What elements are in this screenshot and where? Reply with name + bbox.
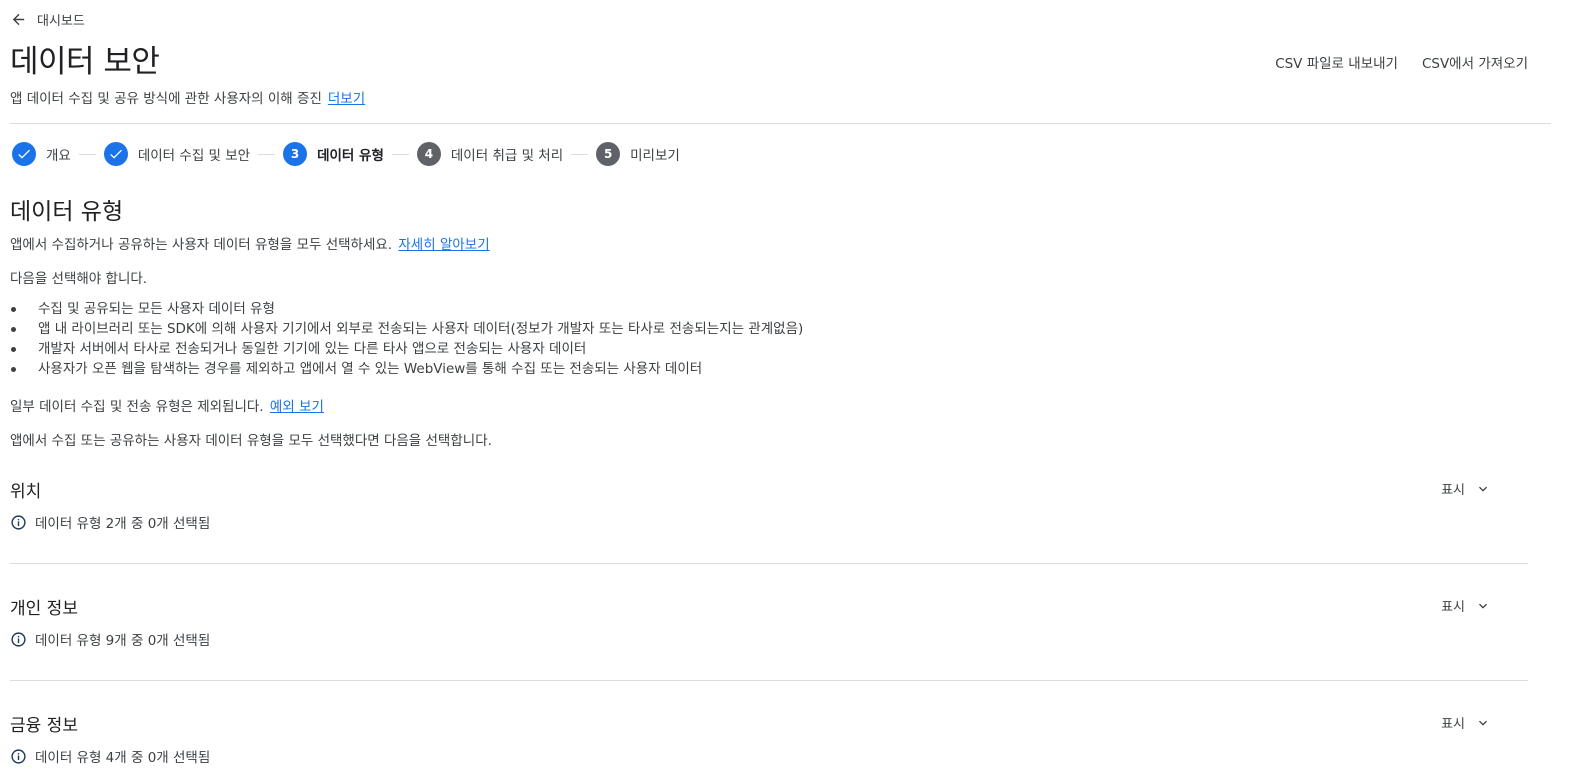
list-item: 개발자 서버에서 타사로 전송되거나 동일한 기기에 있는 다른 타사 앱으로 … [10, 339, 803, 359]
subtitle-text: 앱 데이터 수집 및 공유 방식에 관한 사용자의 이해 증진 [10, 91, 322, 107]
category-title-personal-info: 개인 정보 [10, 599, 78, 619]
step-data-types[interactable]: 3 데이터 유형 [283, 142, 384, 166]
must-select-text: 다음을 선택해야 합니다. [10, 271, 148, 287]
status-text: 데이터 유형 2개 중 0개 선택됨 [35, 516, 211, 532]
export-csv-button[interactable]: CSV 파일로 내보내기 [1275, 52, 1398, 72]
list-item: 사용자가 오픈 웹을 탐색하는 경우를 제외하고 앱에서 열 수 있는 WebV… [10, 359, 803, 379]
status-text: 데이터 유형 4개 중 0개 선택됨 [35, 750, 211, 766]
learn-more-link[interactable]: 더보기 [328, 91, 365, 107]
page-subtitle: 앱 데이터 수집 및 공유 방식에 관한 사용자의 이해 증진 더보기 [10, 87, 365, 107]
chevron-down-icon [1479, 720, 1487, 726]
check-icon [12, 142, 36, 166]
show-personal-info-toggle[interactable]: 표시 [1441, 596, 1491, 615]
info-icon [11, 514, 26, 530]
chevron-down-icon [1479, 603, 1487, 609]
show-financial-info-toggle[interactable]: 표시 [1441, 713, 1491, 732]
toggle-label: 표시 [1441, 717, 1465, 732]
toggle-label: 표시 [1441, 600, 1465, 615]
step-connector [258, 153, 276, 155]
list-item: 앱 내 라이브러리 또는 SDK에 의해 사용자 기기에서 외부로 전송되는 사… [10, 319, 803, 339]
after-select-text: 앱에서 수집 또는 공유하는 사용자 데이터 유형을 모두 선택했다면 다음을 … [10, 433, 492, 449]
category-status-financial-info: 데이터 유형 4개 중 0개 선택됨 [10, 746, 210, 766]
import-csv-button[interactable]: CSV에서 가져오기 [1422, 52, 1528, 72]
progress-stepper: 개요 데이터 수집 및 보안 3 데이터 유형 4 데이터 취급 및 처리 5 … [12, 142, 680, 166]
category-divider [10, 563, 1528, 564]
header-actions: CSV 파일로 내보내기 CSV에서 가져오기 [1275, 52, 1528, 72]
step-preview[interactable]: 5 미리보기 [596, 142, 680, 166]
category-title-location: 위치 [10, 482, 42, 502]
exclusion-copy: 일부 데이터 수집 및 전송 유형은 제외됩니다. [10, 399, 264, 415]
section-title: 데이터 유형 [10, 199, 124, 225]
info-icon [11, 748, 26, 764]
step-label: 데이터 수집 및 보안 [137, 148, 251, 164]
learn-more-details-link[interactable]: 자세히 알아보기 [398, 237, 489, 253]
category-title-financial-info: 금융 정보 [10, 716, 78, 736]
page-title: 데이터 보안 [10, 44, 160, 80]
intro-copy: 앱에서 수집하거나 공유하는 사용자 데이터 유형을 모두 선택하세요. [10, 237, 393, 253]
step-number-badge: 3 [283, 142, 308, 166]
step-label: 개요 [46, 148, 71, 164]
back-to-dashboard-link[interactable]: 대시보드 [10, 10, 85, 29]
view-exceptions-link[interactable]: 예외 보기 [270, 399, 324, 415]
toggle-label: 표시 [1441, 483, 1465, 498]
step-connector [391, 153, 409, 155]
exclusion-text: 일부 데이터 수집 및 전송 유형은 제외됩니다. 예외 보기 [10, 395, 324, 415]
step-number-badge: 4 [416, 142, 441, 166]
step-number-badge: 5 [596, 142, 621, 166]
show-location-toggle[interactable]: 표시 [1441, 479, 1491, 498]
step-overview[interactable]: 개요 [12, 142, 71, 166]
arrow-back-icon [12, 13, 25, 26]
step-connector [571, 153, 589, 155]
intro-text: 앱에서 수집하거나 공유하는 사용자 데이터 유형을 모두 선택하세요. 자세히… [10, 233, 490, 253]
back-label: 대시보드 [37, 14, 85, 29]
step-connector [78, 153, 96, 155]
list-item: 수집 및 공유되는 모든 사용자 데이터 유형 [10, 299, 803, 319]
step-label: 미리보기 [630, 148, 680, 164]
status-text: 데이터 유형 9개 중 0개 선택됨 [35, 633, 211, 649]
category-divider [10, 680, 1528, 681]
category-status-location: 데이터 유형 2개 중 0개 선택됨 [10, 512, 210, 532]
category-status-personal-info: 데이터 유형 9개 중 0개 선택됨 [10, 629, 210, 649]
step-data-collection-security[interactable]: 데이터 수집 및 보안 [103, 142, 251, 166]
step-data-handling[interactable]: 4 데이터 취급 및 처리 [416, 142, 564, 166]
step-label: 데이터 취급 및 처리 [450, 148, 564, 164]
check-icon [103, 142, 128, 166]
step-label: 데이터 유형 [317, 148, 384, 164]
header-divider [10, 123, 1551, 124]
requirement-list: 수집 및 공유되는 모든 사용자 데이터 유형 앱 내 라이브러리 또는 SDK… [10, 299, 803, 379]
chevron-down-icon [1479, 486, 1487, 492]
info-icon [11, 631, 26, 647]
